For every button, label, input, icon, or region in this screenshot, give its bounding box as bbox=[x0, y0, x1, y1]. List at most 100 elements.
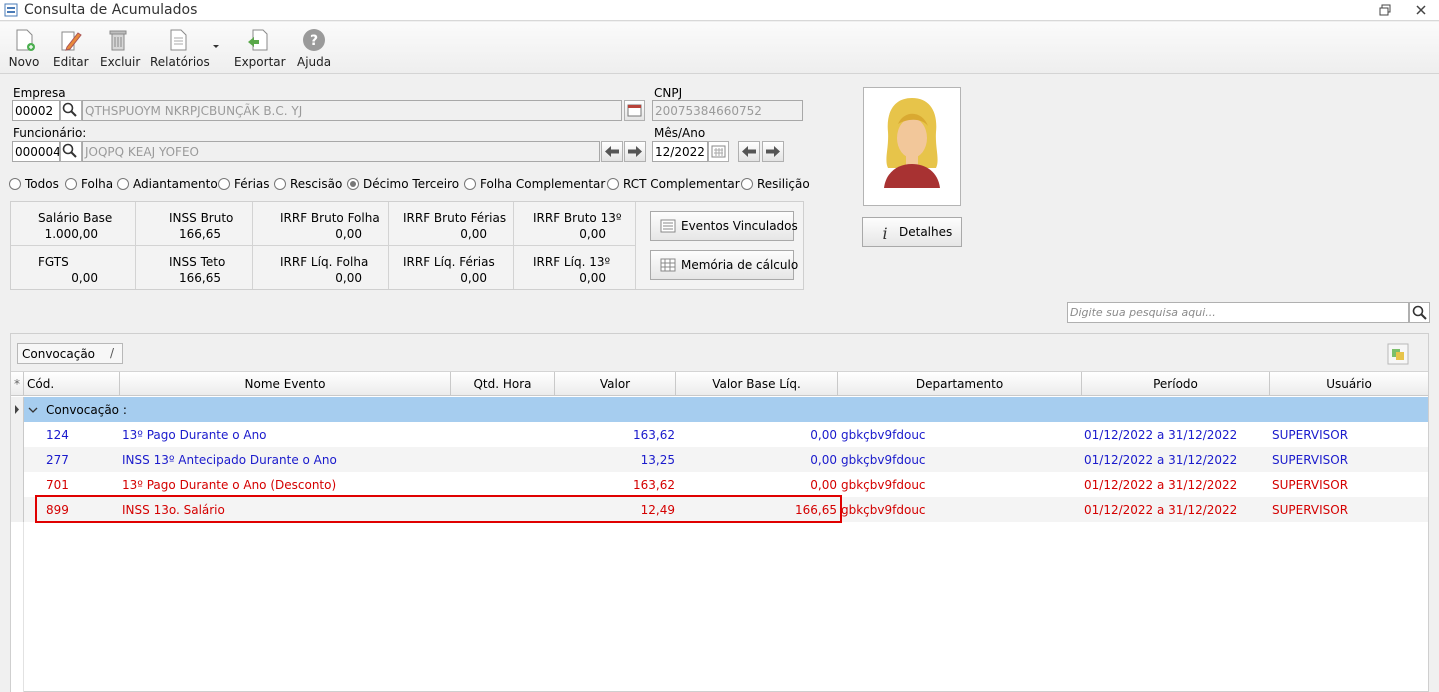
total-cell: IRRF Bruto Folha 0,00 bbox=[253, 202, 389, 245]
filter-radio[interactable]: Folha bbox=[65, 177, 113, 193]
grid-header: * Cód. Nome Evento Qtd. Hora Valor Valor… bbox=[11, 372, 1428, 396]
excluir-button[interactable]: Excluir bbox=[100, 27, 140, 73]
search-icon bbox=[62, 102, 77, 117]
cell-usuario: SUPERVISOR bbox=[1272, 478, 1349, 492]
novo-button[interactable]: Novo bbox=[8, 27, 40, 73]
mesano-input[interactable]: 12/2022 bbox=[652, 141, 708, 162]
radio-circle bbox=[117, 178, 129, 190]
customize-icon[interactable] bbox=[1387, 343, 1409, 365]
row-indicator bbox=[11, 397, 24, 422]
row-indicator bbox=[11, 422, 24, 447]
cell-depto: gbkçbv9fdouc bbox=[841, 478, 926, 492]
cell-valor: 163,62 bbox=[633, 428, 675, 442]
filter-radio[interactable]: Rescisão bbox=[274, 177, 342, 193]
cell-periodo: 01/12/2022 a 31/12/2022 bbox=[1084, 503, 1238, 517]
detalhes-button[interactable]: i Detalhes bbox=[862, 217, 962, 247]
memoria-calculo-button[interactable]: Memória de cálculo bbox=[650, 250, 798, 280]
cell-depto: gbkçbv9fdouc bbox=[841, 503, 926, 517]
empresa-code-input[interactable]: 00002 bbox=[12, 100, 60, 121]
total-cell: FGTS 0,00 bbox=[11, 246, 136, 289]
filter-radio[interactable]: Décimo Terceiro bbox=[347, 177, 459, 193]
radio-circle bbox=[274, 178, 286, 190]
column-header[interactable]: Nome Evento bbox=[120, 372, 451, 396]
filter-radio[interactable]: Folha Complementar bbox=[464, 177, 605, 193]
table-row[interactable]: 701 13º Pago Durante o Ano (Desconto) 163,… bbox=[11, 472, 1428, 497]
title-bar: Consulta de Acumulados bbox=[0, 0, 1439, 21]
totals-panel: Salário Base 1.000,00 INSS Bruto 166,65 IR… bbox=[10, 201, 804, 290]
mesano-prev-button[interactable] bbox=[738, 141, 760, 162]
chevron-down-icon[interactable] bbox=[212, 44, 220, 50]
group-row[interactable]: Convocação : bbox=[11, 397, 1428, 422]
table-row[interactable]: 124 13º Pago Durante o Ano 163,62 0,00 gbkçb… bbox=[11, 422, 1428, 447]
cell-valor: 163,62 bbox=[633, 478, 675, 492]
cell-base: 0,00 bbox=[810, 428, 837, 442]
filter-radio[interactable]: Adiantamento bbox=[117, 177, 218, 193]
funcionario-next-button[interactable] bbox=[624, 141, 646, 162]
cell-depto: gbkçbv9fdouc bbox=[841, 428, 926, 442]
funcionario-label: Funcionário: bbox=[13, 126, 87, 140]
total-cell: IRRF Bruto Férias 0,00 bbox=[389, 202, 514, 245]
column-header[interactable]: Valor bbox=[555, 372, 676, 396]
mesano-next-button[interactable] bbox=[762, 141, 784, 162]
arrow-right-icon bbox=[628, 146, 642, 157]
table-row[interactable]: 277 INSS 13º Antecipado Durante o Ano 13,2… bbox=[11, 447, 1428, 472]
calendar-icon bbox=[711, 145, 726, 158]
trash-icon bbox=[109, 30, 127, 51]
cell-depto: gbkçbv9fdouc bbox=[841, 453, 926, 467]
column-header[interactable]: Qtd. Hora bbox=[451, 372, 555, 396]
relatorios-button[interactable]: Relatórios bbox=[150, 27, 210, 73]
cell-valor: 13,25 bbox=[640, 453, 675, 467]
empresa-calendar-button[interactable] bbox=[624, 100, 645, 121]
empresa-search-button[interactable] bbox=[60, 100, 82, 121]
column-header[interactable]: Período bbox=[1082, 372, 1270, 396]
filter-radio[interactable]: Todos bbox=[9, 177, 59, 193]
cnpj-label: CNPJ bbox=[654, 86, 683, 100]
total-cell: INSS Bruto 166,65 bbox=[132, 202, 253, 245]
exportar-button[interactable]: Exportar bbox=[234, 27, 286, 73]
mesano-calendar-button[interactable] bbox=[708, 141, 729, 162]
cell-periodo: 01/12/2022 a 31/12/2022 bbox=[1084, 428, 1238, 442]
filter-radio[interactable]: Férias bbox=[218, 177, 270, 193]
edit-icon bbox=[61, 31, 82, 51]
radio-circle bbox=[607, 178, 619, 190]
avatar-icon bbox=[884, 98, 940, 188]
column-header[interactable]: Valor Base Líq. bbox=[676, 372, 838, 396]
funcionario-code-input[interactable]: 000004 bbox=[12, 141, 60, 162]
group-tag[interactable]: Convocação / bbox=[17, 343, 123, 364]
eventos-vinculados-button[interactable]: Eventos Vinculados bbox=[650, 211, 798, 241]
funcionario-prev-button[interactable] bbox=[601, 141, 623, 162]
calendar-icon bbox=[627, 104, 642, 117]
cell-periodo: 01/12/2022 a 31/12/2022 bbox=[1084, 453, 1238, 467]
cell-usuario: SUPERVISOR bbox=[1272, 428, 1349, 442]
total-cell: Salário Base 1.000,00 bbox=[11, 202, 136, 245]
column-header[interactable]: Cód. bbox=[24, 372, 120, 396]
cnpj-input: 20075384660752 bbox=[652, 100, 803, 121]
column-header[interactable]: Departamento bbox=[838, 372, 1082, 396]
row-pointer-icon bbox=[15, 405, 19, 414]
row-indicator bbox=[11, 447, 24, 472]
funcionario-name-input: JOQPQ KEAJ YOFEO bbox=[82, 141, 600, 162]
radio-circle bbox=[464, 178, 476, 190]
column-header[interactable]: Usuário bbox=[1270, 372, 1428, 396]
editar-button[interactable]: Editar bbox=[53, 27, 89, 73]
radio-circle bbox=[9, 178, 21, 190]
search-input[interactable]: Digite sua pesquisa aqui... bbox=[1067, 302, 1409, 323]
header-indicator: * bbox=[11, 372, 24, 396]
filter-radio[interactable]: Resilição bbox=[741, 177, 810, 193]
close-icon[interactable] bbox=[1415, 4, 1427, 16]
ajuda-button[interactable]: ? Ajuda bbox=[297, 27, 331, 73]
radio-circle bbox=[347, 178, 359, 190]
cell-nome: 13º Pago Durante o Ano bbox=[122, 428, 267, 442]
calculator-icon bbox=[660, 258, 676, 272]
filter-radio[interactable]: RCT Complementar bbox=[607, 177, 740, 193]
cell-base: 0,00 bbox=[810, 478, 837, 492]
cell-cod: 277 bbox=[46, 453, 69, 467]
search-button[interactable] bbox=[1409, 302, 1430, 323]
svg-text:?: ? bbox=[310, 33, 318, 49]
help-icon: ? bbox=[303, 29, 325, 51]
total-cell: INSS Teto 166,65 bbox=[132, 246, 253, 289]
chevron-down-icon[interactable] bbox=[28, 405, 38, 415]
restore-icon[interactable] bbox=[1379, 4, 1391, 16]
funcionario-search-button[interactable] bbox=[60, 141, 82, 162]
highlight-box bbox=[35, 495, 842, 523]
